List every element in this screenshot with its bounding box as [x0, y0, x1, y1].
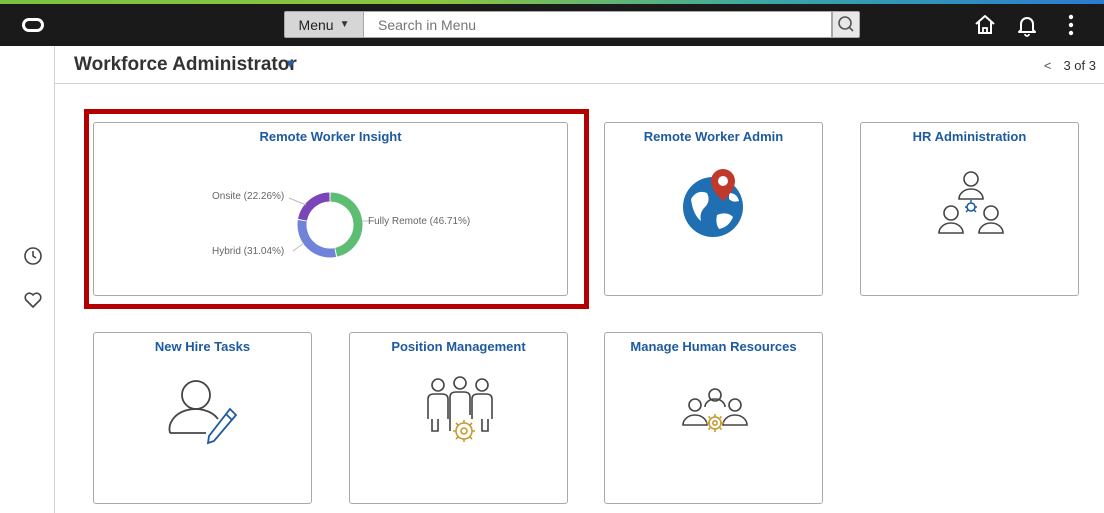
- top-navigation-bar: Menu ▼: [0, 4, 1104, 46]
- tile-title: Manage Human Resources: [630, 339, 797, 354]
- tile-manage-human-resources[interactable]: Manage Human Resources: [604, 332, 823, 504]
- search-icon: [838, 16, 854, 32]
- people-network-icon: [938, 171, 1004, 234]
- chart-leader-lines: [288, 197, 374, 252]
- chart-data-label: Fully Remote (46.71%): [368, 216, 471, 227]
- menu-button-label: Menu: [298, 16, 334, 33]
- oracle-logo-icon[interactable]: [22, 18, 44, 32]
- person-pencil-icon: [168, 380, 238, 445]
- chart-data-label: Onsite (22.26%): [212, 191, 285, 202]
- more-vertical-icon[interactable]: [1058, 12, 1084, 38]
- tile-hr-administration[interactable]: HR Administration: [860, 122, 1079, 296]
- search-button[interactable]: [832, 11, 860, 38]
- tile-title: HR Administration: [912, 129, 1027, 144]
- page-title-bar: Workforce Administrator ▼ < 3 of 3: [55, 46, 1104, 84]
- tile-title: New Hire Tasks: [154, 339, 251, 354]
- tile-new-hire-tasks[interactable]: New Hire Tasks: [93, 332, 312, 504]
- search-input[interactable]: [364, 11, 832, 38]
- tile-remote-worker-admin[interactable]: Remote Worker Admin: [604, 122, 823, 296]
- globe-location-pin-icon: [683, 169, 743, 237]
- tile-title: Remote Worker Admin: [643, 129, 784, 144]
- chart-data-label: Hybrid (31.04%): [212, 246, 285, 257]
- heart-icon[interactable]: [23, 290, 43, 310]
- home-icon[interactable]: [972, 12, 998, 38]
- people-gear-icon: [427, 376, 493, 442]
- tile-remote-worker-insight[interactable]: Remote Worker Insight Onsite (22.26%) Hy…: [93, 122, 568, 296]
- menu-dropdown-button[interactable]: Menu ▼: [284, 11, 364, 38]
- tile-position-management[interactable]: Position Management: [349, 332, 568, 504]
- left-rail-divider: [54, 46, 55, 513]
- page-title: Workforce Administrator: [74, 54, 297, 75]
- page-pager: < 3 of 3: [1044, 58, 1096, 73]
- title-dropdown-caret-icon[interactable]: ▼: [284, 56, 297, 71]
- pager-label: 3 of 3: [1063, 58, 1096, 73]
- previous-page-button[interactable]: <: [1044, 58, 1052, 73]
- clock-icon[interactable]: [23, 246, 43, 266]
- tile-title: Position Management: [391, 339, 526, 354]
- bell-icon[interactable]: [1014, 12, 1040, 38]
- chevron-down-icon: ▼: [339, 19, 350, 30]
- people-gear-handshake-icon: [682, 388, 748, 432]
